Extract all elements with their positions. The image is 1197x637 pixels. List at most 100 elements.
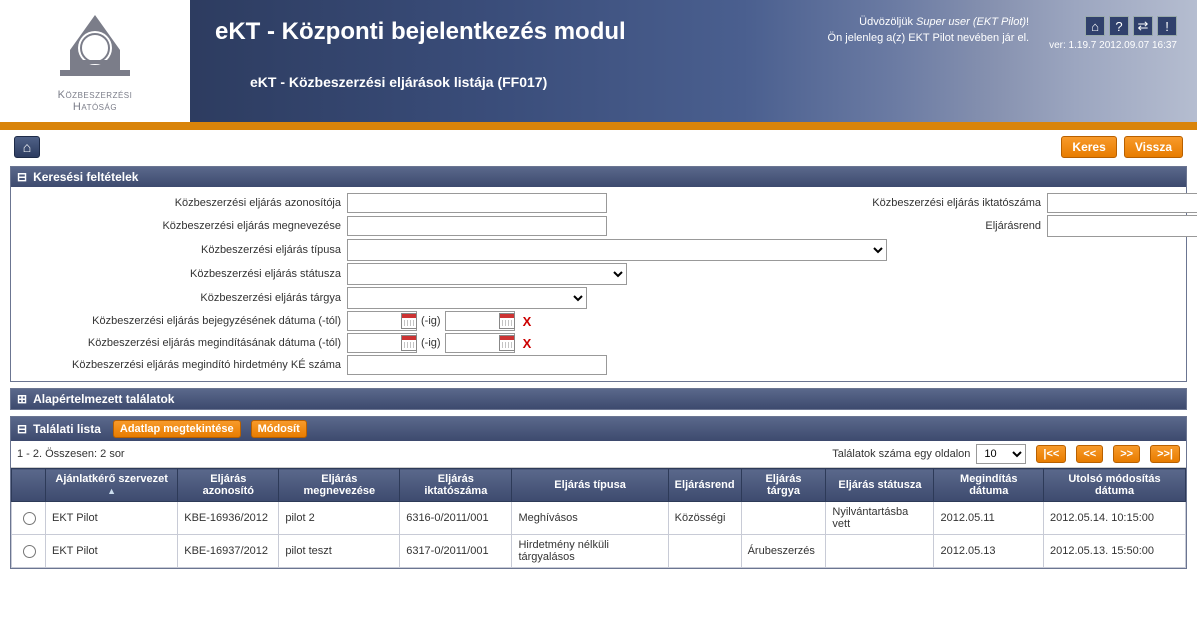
col-proc-type[interactable]: Eljárás típusa [512, 469, 668, 502]
page-subtitle: eKT - Közbeszerzési eljárások listája (F… [250, 74, 1172, 90]
header-right: Üdvözöljük Super user (EKT Pilot)! Ön je… [828, 16, 1177, 51]
welcome-prefix: Üdvözöljük [859, 16, 916, 28]
page-size-select[interactable]: 10 [976, 444, 1026, 464]
action-bar: ⌂ Keres Vissza [10, 130, 1187, 160]
lbl-to-2: (-ig) [421, 337, 441, 349]
edit-button[interactable]: Módosít [251, 420, 307, 438]
lbl-date-reg-from: Közbeszerzési eljárás bejegyzésének dátu… [17, 313, 347, 329]
home-button[interactable]: ⌂ [14, 136, 40, 158]
collapse-icon[interactable]: ⊟ [17, 170, 27, 184]
results-meta-bar: 1 - 2. Összesen: 2 sor Találatok száma e… [11, 441, 1186, 468]
select-proc-type[interactable] [347, 239, 887, 261]
help-icon[interactable]: ? [1109, 16, 1129, 36]
default-results-panel: ⊞ Alapértelmezett találatok [10, 388, 1187, 410]
logo-area: Közbeszerzési Hatóság [0, 0, 190, 122]
pager-prev[interactable]: << [1076, 445, 1103, 463]
lbl-proc-subject: Közbeszerzési eljárás tárgya [17, 290, 347, 306]
cell-proc-type: Hirdetmény nélküli tárgyalásos [512, 535, 668, 568]
search-button[interactable]: Keres [1061, 136, 1116, 158]
back-button[interactable]: Vissza [1124, 136, 1183, 158]
cell-subject: Árubeszerzés [741, 535, 826, 568]
logo-text-1: Közbeszerzési [0, 89, 190, 101]
cell-proc-name: pilot teszt [279, 535, 400, 568]
col-proc-ref[interactable]: Eljárás iktatószáma [400, 469, 512, 502]
select-proc-subject[interactable] [347, 287, 587, 309]
default-results-header: ⊞ Alapértelmezett találatok [11, 389, 1186, 409]
cell-status [826, 535, 934, 568]
cell-proc-id: KBE-16937/2012 [178, 535, 279, 568]
table-row[interactable]: EKT PilotKBE-16937/2012pilot teszt6317-0… [12, 535, 1186, 568]
pager-next[interactable]: >> [1113, 445, 1140, 463]
cell-proc-ref: 6316-0/2011/001 [400, 502, 512, 535]
welcome-suffix: ! [1026, 16, 1029, 28]
cell-mod-date: 2012.05.14. 10:15:00 [1044, 502, 1186, 535]
pager-last[interactable]: >>| [1150, 445, 1180, 463]
results-body: 1 - 2. Összesen: 2 sor Találatok száma e… [11, 441, 1186, 568]
pager: Találatok száma egy oldalon 10 |<< << >>… [832, 444, 1180, 464]
input-proc-ref[interactable] [1047, 193, 1197, 213]
lbl-regime: Eljárásrend [847, 218, 1047, 234]
welcome-user: Super user (EKT Pilot) [916, 16, 1026, 28]
input-proc-id[interactable] [347, 193, 607, 213]
col-subject[interactable]: Eljárás tárgya [741, 469, 826, 502]
cell-start-date: 2012.05.13 [934, 535, 1044, 568]
cell-proc-name: pilot 2 [279, 502, 400, 535]
lbl-proc-ref: Közbeszerzési eljárás iktatószáma [847, 195, 1047, 211]
home-icon[interactable]: ⌂ [1085, 16, 1105, 36]
results-table: Ajánlatkérő szervezet Eljárás azonosító … [11, 468, 1186, 568]
lbl-to-1: (-ig) [421, 315, 441, 327]
lbl-date-start-from: Közbeszerzési eljárás megindításának dát… [17, 335, 347, 351]
results-header: ⊟ Találati lista Adatlap megtekintése Mó… [11, 417, 1186, 441]
expand-icon[interactable]: ⊞ [17, 392, 27, 406]
logo-text-2: Hatóság [0, 101, 190, 113]
cell-proc-type: Meghívásos [512, 502, 668, 535]
lbl-proc-status: Közbeszerzési eljárás státusza [17, 266, 347, 282]
search-panel-header: ⊟ Keresési feltételek [11, 167, 1186, 187]
search-panel: ⊟ Keresési feltételek Közbeszerzési eljá… [10, 166, 1187, 382]
collapse-icon[interactable]: ⊟ [17, 422, 27, 436]
select-proc-status[interactable] [347, 263, 627, 285]
row-select-radio[interactable] [23, 512, 36, 525]
default-results-title: Alapértelmezett találatok [33, 392, 174, 406]
header-content: eKT - Központi bejelentkezés modul eKT -… [190, 0, 1197, 122]
col-regime[interactable]: Eljárásrend [668, 469, 741, 502]
acting-as-text: Ön jelenleg a(z) EKT Pilot nevében jár e… [828, 32, 1030, 44]
transfer-icon[interactable]: ⇄ [1133, 16, 1153, 36]
col-status[interactable]: Eljárás státusza [826, 469, 934, 502]
cell-org: EKT Pilot [46, 502, 178, 535]
alert-icon[interactable]: ! [1157, 16, 1177, 36]
col-proc-id[interactable]: Eljárás azonosító [178, 469, 279, 502]
input-ke-number[interactable] [347, 355, 607, 375]
calendar-icon[interactable] [401, 313, 417, 329]
view-button[interactable]: Adatlap megtekintése [113, 420, 241, 438]
lbl-ke-number: Közbeszerzési eljárás megindító hirdetmé… [17, 357, 347, 373]
calendar-icon[interactable] [499, 313, 515, 329]
col-start-date[interactable]: Megindítás dátuma [934, 469, 1044, 502]
lbl-proc-type: Közbeszerzési eljárás típusa [17, 242, 347, 258]
col-org[interactable]: Ajánlatkérő szervezet [46, 469, 178, 502]
row-select-radio[interactable] [23, 545, 36, 558]
table-row[interactable]: EKT PilotKBE-16936/2012pilot 26316-0/201… [12, 502, 1186, 535]
search-panel-body: Közbeszerzési eljárás azonosítója Közbes… [11, 187, 1186, 381]
cell-org: EKT Pilot [46, 535, 178, 568]
select-regime[interactable] [1047, 215, 1197, 237]
search-panel-title: Keresési feltételek [33, 170, 138, 184]
lbl-proc-name: Közbeszerzési eljárás megnevezése [17, 218, 347, 234]
col-select [12, 469, 46, 502]
cell-proc-id: KBE-16936/2012 [178, 502, 279, 535]
results-panel: ⊟ Találati lista Adatlap megtekintése Mó… [10, 416, 1187, 569]
pager-first[interactable]: |<< [1036, 445, 1066, 463]
col-proc-name[interactable]: Eljárás megnevezése [279, 469, 400, 502]
calendar-icon[interactable] [401, 335, 417, 351]
header-bar: Közbeszerzési Hatóság eKT - Központi bej… [0, 0, 1197, 130]
clear-date-icon[interactable]: X [519, 314, 536, 329]
cell-regime: Közösségi [668, 502, 741, 535]
cell-mod-date: 2012.05.13. 15:50:00 [1044, 535, 1186, 568]
col-mod-date[interactable]: Utolsó módosítás dátuma [1044, 469, 1186, 502]
results-range: 1 - 2. Összesen: 2 sor [17, 448, 125, 460]
calendar-icon[interactable] [499, 335, 515, 351]
version-text: ver: 1.19.7 2012.09.07 16:37 [1049, 40, 1177, 51]
cell-proc-ref: 6317-0/2011/001 [400, 535, 512, 568]
clear-date-icon[interactable]: X [519, 336, 536, 351]
input-proc-name[interactable] [347, 216, 607, 236]
